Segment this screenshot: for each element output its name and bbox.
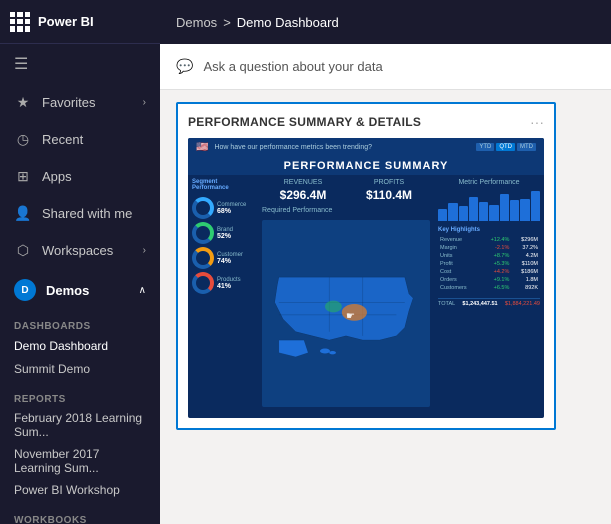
svg-text:☛: ☛ bbox=[346, 311, 355, 322]
revenues-label: REVENUES bbox=[262, 179, 344, 186]
bar-1 bbox=[438, 209, 447, 221]
filter-qtd[interactable]: QTD bbox=[496, 143, 515, 151]
segment-header: Segment Performance bbox=[192, 179, 254, 191]
qa-icon: 💬 bbox=[176, 58, 193, 75]
sidebar-item-favorites[interactable]: ★ Favorites › bbox=[0, 84, 160, 121]
topbar: Demos > Demo Dashboard bbox=[160, 0, 611, 44]
bar-5 bbox=[479, 202, 488, 222]
sidebar-item-report-pbi[interactable]: Power BI Workshop bbox=[0, 479, 160, 501]
sidebar: Power BI ☰ ★ Favorites › ◷ Recent ⊞ Apps… bbox=[0, 0, 160, 524]
breadcrumb-workspace[interactable]: Demos bbox=[176, 15, 217, 30]
segment-products: Products 41% bbox=[192, 272, 254, 294]
sidebar-item-report-nov[interactable]: November 2017 Learning Sum... bbox=[0, 443, 160, 479]
sidebar-item-workspaces[interactable]: ⬡ Workspaces › bbox=[0, 232, 160, 269]
metric-performance-title: Metric Performance bbox=[438, 179, 540, 186]
sidebar-nav: ★ Favorites › ◷ Recent ⊞ Apps 👤 Shared w… bbox=[0, 84, 160, 524]
brand-donut bbox=[192, 222, 214, 244]
map-svg: ☛ bbox=[262, 220, 430, 393]
highlights-table: Revenue +12.4% $296M Margin -2.1% 37.2% … bbox=[438, 236, 540, 292]
chevron-right-icon: › bbox=[143, 97, 146, 108]
reports-section-title: REPORTS bbox=[0, 388, 160, 407]
tile-options-button[interactable]: ··· bbox=[530, 114, 544, 130]
sidebar-item-summit-demo[interactable]: Summit Demo bbox=[0, 358, 160, 380]
sidebar-item-demo-dashboard[interactable]: Demo Dashboard ··· bbox=[0, 334, 160, 358]
customer-donut bbox=[192, 247, 214, 269]
hamburger-button[interactable]: ☰ bbox=[0, 44, 160, 84]
perf-body: Segment Performance Commerce 68% bbox=[188, 175, 544, 411]
breadcrumb-current: Demo Dashboard bbox=[237, 15, 339, 30]
bar-3 bbox=[459, 206, 468, 221]
bar-6 bbox=[489, 205, 498, 222]
bar-4 bbox=[469, 197, 478, 221]
profits-label: PROFITS bbox=[348, 179, 430, 186]
sidebar-item-recent[interactable]: ◷ Recent bbox=[0, 121, 160, 158]
segment-brand: Brand 52% bbox=[192, 222, 254, 244]
dashboards-section: DASHBOARDS Demo Dashboard ··· Summit Dem… bbox=[0, 311, 160, 384]
perf-middle: REVENUES $296.4M PROFITS $110.4M Require… bbox=[258, 175, 434, 411]
recent-icon: ◷ bbox=[14, 131, 32, 148]
sidebar-header: Power BI bbox=[0, 0, 160, 44]
profits-kpi: PROFITS $110.4M bbox=[348, 179, 430, 202]
shared-icon: 👤 bbox=[14, 205, 32, 222]
products-donut bbox=[192, 272, 214, 294]
main-content: Demos > Demo Dashboard 💬 Ask a question … bbox=[160, 0, 611, 524]
sidebar-item-apps[interactable]: ⊞ Apps bbox=[0, 158, 160, 195]
perf-tagline: How have our performance metrics been tr… bbox=[214, 144, 470, 151]
profits-value: $110.4M bbox=[348, 188, 430, 202]
performance-visual[interactable]: 🇺🇸 How have our performance metrics been… bbox=[188, 138, 544, 418]
chevron-up-icon: ∧ bbox=[139, 285, 146, 296]
breadcrumb: Demos > Demo Dashboard bbox=[176, 15, 339, 30]
highlights-title: Key Highlights bbox=[438, 227, 540, 233]
qa-placeholder[interactable]: Ask a question about your data bbox=[203, 59, 595, 74]
bar-8 bbox=[510, 200, 519, 221]
tile-title: PERFORMANCE SUMMARY & DETAILS bbox=[188, 115, 421, 129]
dashboards-section-title: DASHBOARDS bbox=[0, 315, 160, 334]
tile-header: PERFORMANCE SUMMARY & DETAILS ··· bbox=[188, 114, 544, 130]
totals-row: TOTAL $1,243,447.51 $1,884,221.49 bbox=[438, 298, 540, 307]
dashboard-area: PERFORMANCE SUMMARY & DETAILS ··· 🇺🇸 How… bbox=[160, 90, 611, 524]
segment-commerce: Commerce 68% bbox=[192, 197, 254, 219]
required-perf-label: Required Performance bbox=[262, 207, 430, 214]
workspaces-icon: ⬡ bbox=[14, 242, 32, 259]
app-name: Power BI bbox=[38, 14, 94, 29]
reports-section: REPORTS February 2018 Learning Sum... No… bbox=[0, 384, 160, 505]
chevron-right-icon: › bbox=[143, 245, 146, 256]
favorites-icon: ★ bbox=[14, 94, 32, 111]
bar-2 bbox=[448, 203, 457, 221]
sidebar-item-report-feb[interactable]: February 2018 Learning Sum... bbox=[0, 407, 160, 443]
commerce-donut bbox=[192, 197, 214, 219]
usa-map: ☛ bbox=[262, 220, 430, 407]
apps-icon: ⊞ bbox=[14, 168, 32, 185]
demos-avatar: D bbox=[14, 279, 36, 301]
revenues-value: $296.4M bbox=[262, 188, 344, 202]
sidebar-item-shared[interactable]: 👤 Shared with me bbox=[0, 195, 160, 232]
bar-10 bbox=[531, 191, 540, 221]
qa-bar[interactable]: 💬 Ask a question about your data bbox=[160, 44, 611, 90]
flag-icon: 🇺🇸 bbox=[196, 142, 208, 153]
filter-ytd[interactable]: YTD bbox=[476, 143, 494, 151]
bar-9 bbox=[520, 199, 529, 222]
bar-7 bbox=[500, 194, 509, 221]
perf-segments: Segment Performance Commerce 68% bbox=[188, 175, 258, 411]
perf-top-bar: 🇺🇸 How have our performance metrics been… bbox=[188, 138, 544, 157]
kpi-row: REVENUES $296.4M PROFITS $110.4M bbox=[262, 179, 430, 202]
waffle-icon[interactable] bbox=[10, 12, 30, 32]
filter-mtd[interactable]: MTD bbox=[517, 143, 536, 151]
breadcrumb-separator: > bbox=[223, 15, 231, 30]
segment-customer: Customer 74% bbox=[192, 247, 254, 269]
filter-buttons: YTD QTD MTD bbox=[476, 143, 536, 151]
perf-main-title: PERFORMANCE SUMMARY bbox=[188, 157, 544, 175]
sidebar-item-demos[interactable]: D Demos ∧ bbox=[0, 269, 160, 311]
performance-tile: PERFORMANCE SUMMARY & DETAILS ··· 🇺🇸 How… bbox=[176, 102, 556, 430]
bar-chart bbox=[438, 191, 540, 221]
workbooks-section-title: WORKBOOKS bbox=[0, 509, 160, 524]
perf-right: Metric Performance bbox=[434, 175, 544, 411]
workbooks-section: WORKBOOKS You have no workbooks bbox=[0, 505, 160, 524]
donut-row: Commerce 68% Brand 52% bbox=[192, 197, 254, 294]
revenues-kpi: REVENUES $296.4M bbox=[262, 179, 344, 202]
